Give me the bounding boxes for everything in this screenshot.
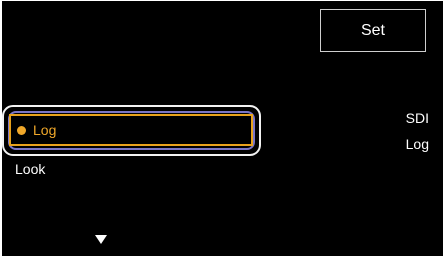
menu-screen: Set Log Look SDI Log [2, 1, 443, 256]
menu-item-look[interactable]: Look [15, 159, 45, 179]
menu-item-label: Log [33, 122, 57, 138]
output-status: SDI [405, 110, 429, 126]
set-button[interactable]: Set [320, 9, 426, 52]
menu-item-label: Look [15, 161, 46, 177]
mode-status: Log [405, 136, 429, 152]
menu-item-log[interactable]: Log [9, 114, 253, 146]
selected-dot-icon [17, 125, 26, 135]
set-button-label: Set [360, 21, 385, 39]
down-arrow-icon[interactable] [95, 235, 107, 244]
